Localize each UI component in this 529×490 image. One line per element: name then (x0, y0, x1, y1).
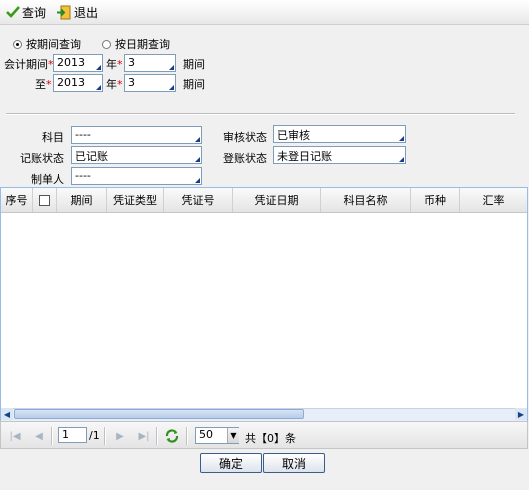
pager-separator (104, 427, 106, 445)
subject-label: 科目 (42, 131, 64, 144)
pager-separator (186, 427, 188, 445)
maker-combo[interactable]: ---- (71, 167, 202, 185)
page-size-dropdown-icon[interactable]: ▼ (227, 428, 239, 443)
col-rate[interactable]: 汇率 (460, 188, 527, 212)
query-button[interactable]: 查询 (6, 4, 46, 20)
to-period-label: 至* (35, 78, 52, 91)
from-year-combo[interactable]: 2013 (53, 54, 103, 72)
total-pages: /1 (89, 429, 100, 442)
exit-label: 退出 (74, 5, 99, 20)
post-status-combo[interactable]: 已记账 (71, 146, 202, 164)
radio-by-period-dot[interactable] (13, 39, 22, 49)
subject-combo[interactable]: ---- (71, 126, 202, 144)
to-period-unit: 期间 (183, 78, 205, 91)
ok-button[interactable]: 确定 (200, 453, 262, 473)
radio-by-period-label: 按期间查询 (26, 38, 81, 51)
post-status-label: 记账状态 (20, 152, 64, 165)
scroll-left-icon[interactable]: ◀ (1, 408, 13, 420)
pager-separator (156, 427, 158, 445)
pager-separator (51, 427, 53, 445)
exit-icon (57, 5, 71, 19)
scrollbar-thumb[interactable] (14, 409, 304, 419)
next-page-icon[interactable]: ▶ (113, 429, 127, 443)
radio-by-period[interactable]: 按期间查询 (13, 36, 81, 52)
to-year-unit: 年* (106, 78, 123, 91)
col-period[interactable]: 期间 (57, 188, 107, 212)
voucher-grid (0, 187, 528, 421)
radio-by-date-label: 按日期查询 (115, 38, 170, 51)
col-subject-name[interactable]: 科目名称 (321, 188, 411, 212)
col-currency[interactable]: 币种 (411, 188, 460, 212)
radio-by-date[interactable]: 按日期查询 (102, 36, 170, 52)
cancel-button[interactable]: 取消 (263, 453, 325, 473)
daybook-status-label: 登账状态 (223, 152, 267, 165)
exit-button[interactable]: 退出 (56, 4, 98, 20)
to-year-combo[interactable]: 2013 (53, 74, 103, 92)
col-select-all[interactable] (33, 188, 57, 212)
page-size-value: 50 (199, 428, 213, 441)
last-page-icon[interactable]: ▶| (137, 429, 151, 443)
from-year-unit: 年* (106, 58, 123, 71)
radio-by-date-dot[interactable] (102, 39, 111, 49)
to-period-combo[interactable]: 3 (124, 74, 176, 92)
divider (6, 113, 515, 115)
refresh-icon[interactable] (164, 428, 180, 444)
prev-page-icon[interactable]: ◀ (32, 429, 46, 443)
col-voucher-date[interactable]: 凭证日期 (233, 188, 321, 212)
col-voucher-type[interactable]: 凭证类型 (107, 188, 164, 212)
col-voucher-no[interactable]: 凭证号 (164, 188, 233, 212)
total-records: 共【0】条 (245, 432, 296, 445)
from-period-unit: 期间 (183, 58, 205, 71)
select-all-checkbox[interactable] (39, 194, 50, 206)
scroll-right-icon[interactable]: ▶ (515, 408, 527, 420)
col-index[interactable]: 序号 (1, 188, 33, 212)
audit-status-combo[interactable]: 已审核 (273, 125, 406, 143)
daybook-status-combo[interactable]: 未登日记账 (273, 146, 406, 164)
checkmark-icon (6, 6, 20, 18)
query-label: 查询 (22, 5, 47, 20)
audit-status-label: 审核状态 (223, 131, 267, 144)
from-period-label: 会计期间* (4, 58, 54, 71)
page-number-input[interactable]: 1 (58, 427, 87, 443)
from-period-combo[interactable]: 3 (124, 54, 176, 72)
maker-label: 制单人 (31, 173, 64, 186)
first-page-icon[interactable]: |◀ (8, 429, 22, 443)
